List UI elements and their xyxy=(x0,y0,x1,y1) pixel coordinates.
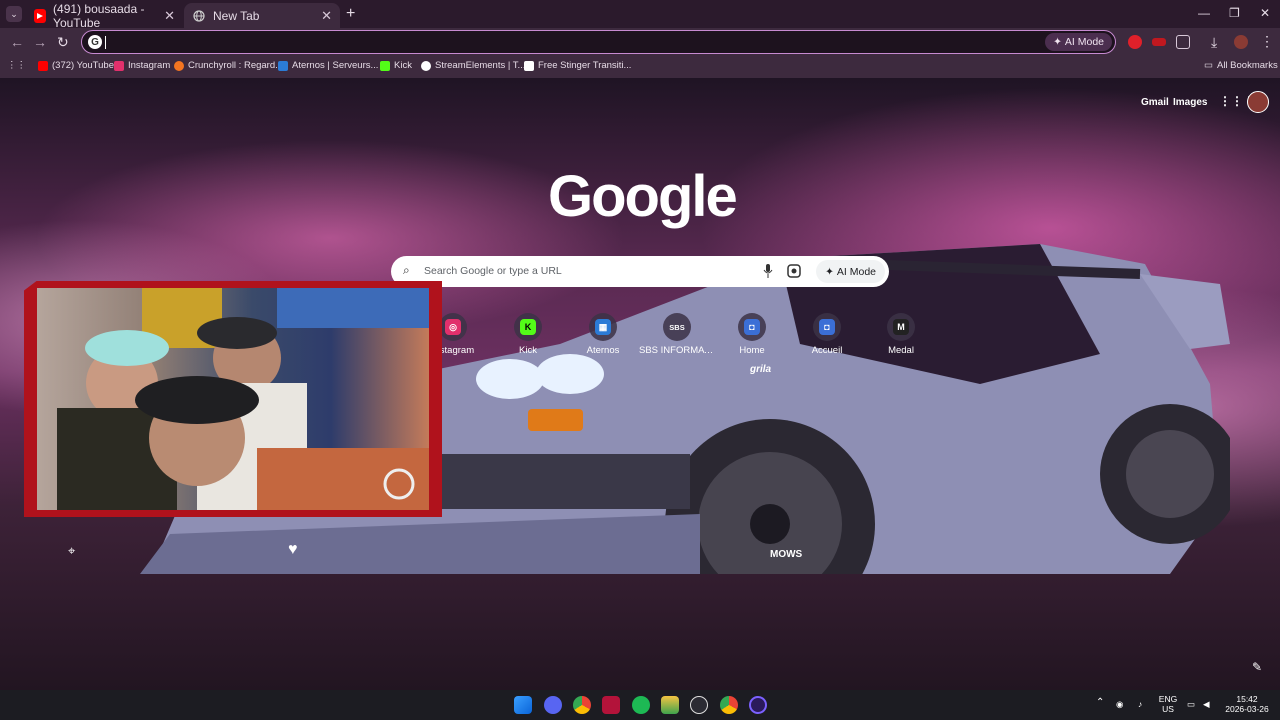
bookmarks-bar: ⋮⋮ (372) YouTube Instagram Crunchyroll :… xyxy=(0,56,1280,78)
close-tab-icon[interactable]: ✕ xyxy=(164,8,175,24)
streamelements-icon xyxy=(421,60,431,71)
shortcut-medal[interactable]: M Medal xyxy=(863,313,939,356)
apps-grid-icon[interactable]: ⋮⋮ xyxy=(7,60,26,71)
extension-icon[interactable] xyxy=(1152,38,1166,46)
youtube-icon xyxy=(34,8,47,23)
all-bookmarks[interactable]: ▭ All Bookmarks xyxy=(1204,60,1278,71)
minimize-button[interactable]: — xyxy=(1198,6,1210,20)
maximize-button[interactable]: ❐ xyxy=(1229,6,1240,20)
bookmark-kick[interactable]: Kick xyxy=(380,60,412,71)
volume-icon[interactable]: ◀ xyxy=(1203,699,1210,709)
steam-icon[interactable] xyxy=(690,696,708,714)
bookmark-crunchyroll[interactable]: Crunchyroll : Regard... xyxy=(174,60,283,71)
shortcut-home[interactable]: ◘ Home xyxy=(714,313,790,356)
avatar[interactable] xyxy=(1234,35,1248,49)
sparkle-search-icon: ✦ xyxy=(825,265,834,278)
lens-camera-icon[interactable] xyxy=(787,264,801,278)
tab-title: New Tab xyxy=(213,8,260,23)
network-icon[interactable]: ▭ xyxy=(1187,699,1195,709)
windshield-decal: grila xyxy=(750,364,772,375)
microphone-tray-icon[interactable]: ♪ xyxy=(1138,699,1142,709)
discord-tray-icon[interactable]: ◉ xyxy=(1116,699,1123,709)
close-tab-icon[interactable]: ✕ xyxy=(321,8,332,24)
record-extension-icon[interactable] xyxy=(1128,35,1142,49)
forward-arrow-icon[interactable]: → xyxy=(33,34,47,50)
instagram-icon xyxy=(114,60,124,71)
clock[interactable]: 15:42 2026-03-26 xyxy=(1224,694,1270,714)
bookmark-stinger[interactable]: Free Stinger Transiti... xyxy=(524,60,631,71)
shortcut-accueil[interactable]: ◘ Accueil xyxy=(789,313,865,356)
heart-icon: ♥ xyxy=(288,541,298,558)
ntp-ai-mode-button[interactable]: ✦ AI Mode xyxy=(816,260,885,283)
shortcut-kick[interactable]: K Kick xyxy=(490,313,566,356)
webcam-feed xyxy=(37,288,429,510)
puzzle-extensions-icon[interactable] xyxy=(1176,35,1190,49)
cursor-busy-icon: ⌖ xyxy=(68,543,76,558)
ntp-search-box[interactable]: ⌕ Search Google or type a URL ✦ AI Mode xyxy=(391,256,889,287)
sparkle-search-icon: ✦ xyxy=(1053,36,1062,48)
aternos-icon xyxy=(278,60,288,71)
youtube-icon xyxy=(38,60,48,71)
close-window-button[interactable]: ✕ xyxy=(1260,6,1270,20)
roblox-icon: ◘ xyxy=(813,313,841,341)
medal-icon: M xyxy=(887,313,915,341)
v-logo-icon xyxy=(524,60,534,71)
ai-mode-label: AI Mode xyxy=(1064,36,1104,48)
bookmark-instagram[interactable]: Instagram xyxy=(114,60,170,71)
roblox-icon: ◘ xyxy=(738,313,766,341)
text-caret xyxy=(105,36,106,49)
search-icon: ⌕ xyxy=(403,263,410,277)
app-red-icon[interactable] xyxy=(602,696,620,714)
language-indicator[interactable]: ENG US xyxy=(1157,694,1179,714)
aternos-icon: ▦ xyxy=(589,313,617,341)
spotify-icon[interactable] xyxy=(632,696,650,714)
tab-new-tab[interactable]: New Tab ✕ xyxy=(184,3,340,28)
kick-icon xyxy=(380,60,390,71)
tray-chevron-icon[interactable]: ⌃ xyxy=(1096,698,1104,708)
folder-icon: ▭ xyxy=(1204,60,1213,71)
google-logo: Google xyxy=(548,164,738,229)
windows-start-icon[interactable] xyxy=(514,696,532,714)
tab-title: (491) bousaada - YouTube xyxy=(53,1,145,30)
search-placeholder: Search Google or type a URL xyxy=(424,265,562,277)
microphone-icon[interactable] xyxy=(763,264,773,278)
tire-lettering: MOWS xyxy=(770,549,803,560)
google-g-icon: G xyxy=(88,35,102,49)
discord-icon[interactable] xyxy=(544,696,562,714)
bookmark-streamelements[interactable]: StreamElements | T... xyxy=(421,60,525,71)
ai-mode-button[interactable]: ✦ AI Mode xyxy=(1045,33,1112,51)
tab-youtube[interactable]: (491) bousaada - YouTube ✕ xyxy=(26,1,183,30)
chrome-alt-icon[interactable] xyxy=(720,696,738,714)
back-arrow-icon[interactable]: ← xyxy=(10,34,24,50)
crunchyroll-icon xyxy=(174,60,184,71)
bluestacks-icon[interactable] xyxy=(661,696,679,714)
images-link[interactable]: Images xyxy=(1173,97,1207,108)
reload-icon[interactable]: ↻ xyxy=(57,34,69,51)
obs-icon[interactable] xyxy=(749,696,767,714)
tab-strip: ⌄ (491) bousaada - YouTube ✕ New Tab ✕ +… xyxy=(0,0,1280,30)
globe-icon xyxy=(192,9,206,23)
chrome-icon[interactable] xyxy=(573,696,591,714)
customize-pencil-icon[interactable]: ✎ xyxy=(1252,660,1262,674)
bookmark-aternos[interactable]: Aternos | Serveurs... xyxy=(278,60,378,71)
shortcut-sbs[interactable]: SBS SBS INFORMATI... xyxy=(639,313,715,356)
gmail-link[interactable]: Gmail xyxy=(1141,97,1169,108)
instagram-icon: ◎ xyxy=(439,313,467,341)
new-tab-button[interactable]: + xyxy=(346,5,355,23)
sbs-icon: SBS xyxy=(663,313,691,341)
bookmark-youtube[interactable]: (372) YouTube xyxy=(38,60,114,71)
tab-search-button[interactable]: ⌄ xyxy=(6,6,22,22)
download-icon[interactable]: ⤓ xyxy=(1211,34,1217,51)
menu-kebab-icon[interactable]: ⋮ xyxy=(1260,33,1274,50)
kick-icon: K xyxy=(514,313,542,341)
account-avatar[interactable] xyxy=(1247,91,1269,113)
shortcut-aternos[interactable]: ▦ Aternos xyxy=(565,313,641,356)
address-bar[interactable]: G ✦ AI Mode xyxy=(81,30,1116,54)
